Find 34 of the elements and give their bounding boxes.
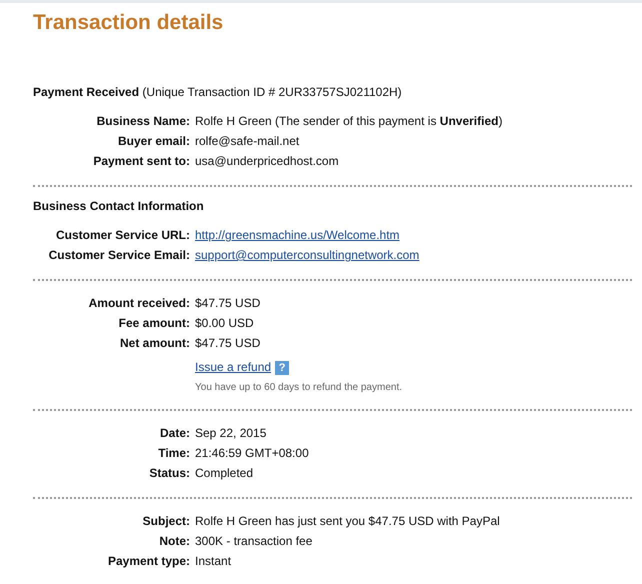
field-label: Payment sent to:	[92, 153, 190, 170]
field-value: usa@underpricedhost.com	[195, 153, 340, 170]
field-value: 21:46:59 GMT+08:00	[195, 445, 310, 462]
field-label: Date:	[158, 425, 190, 442]
transaction-id: (Unique Transaction ID # 2UR33757SJ021102H)	[142, 85, 402, 99]
field-link[interactable]: http://greensmachine.us/Welcome.htm	[195, 228, 400, 242]
field-link[interactable]: support@computerconsultingnetwork.com	[195, 248, 420, 262]
field-value: Rolfe H Green (The sender of this payment is Unverified)	[195, 113, 504, 130]
field-label: Buyer email:	[116, 133, 190, 150]
field-label: Business Name:	[96, 113, 190, 130]
section-heading: Business Contact Information	[33, 199, 204, 213]
field-label: Note:	[158, 533, 190, 550]
field-label: Fee amount:	[118, 315, 190, 332]
refund-link[interactable]: Issue a refund	[195, 360, 272, 374]
field-label: Status:	[148, 465, 190, 482]
field-value: Instant	[195, 553, 232, 570]
page-title: Transaction details	[33, 11, 224, 35]
field-value: $0.00 USD	[195, 315, 255, 332]
field-value: Sep 22, 2015	[195, 425, 268, 442]
field-value: Completed	[195, 465, 254, 482]
field-label: Amount received:	[88, 295, 190, 312]
field-label: Customer Service Email:	[48, 247, 190, 264]
section-heading: Payment Received	[33, 85, 140, 99]
field-label: Subject:	[142, 513, 190, 530]
field-value: $47.75 USD	[195, 335, 262, 352]
field-value: Rolfe H Green has just sent you $47.75 USD with PayPal	[195, 513, 501, 530]
field-value: 300K - transaction fee	[195, 533, 314, 550]
field-value: $47.75 USD	[195, 295, 262, 312]
field-label: Net amount:	[119, 335, 190, 352]
field-label: Customer Service URL:	[54, 227, 190, 244]
field-value: rolfe@safe-mail.net	[195, 133, 300, 150]
field-label: Payment type:	[106, 553, 190, 570]
refund-hint: You have up to 60 days to refund the payment.	[195, 381, 404, 395]
field-label: Time:	[157, 445, 190, 462]
